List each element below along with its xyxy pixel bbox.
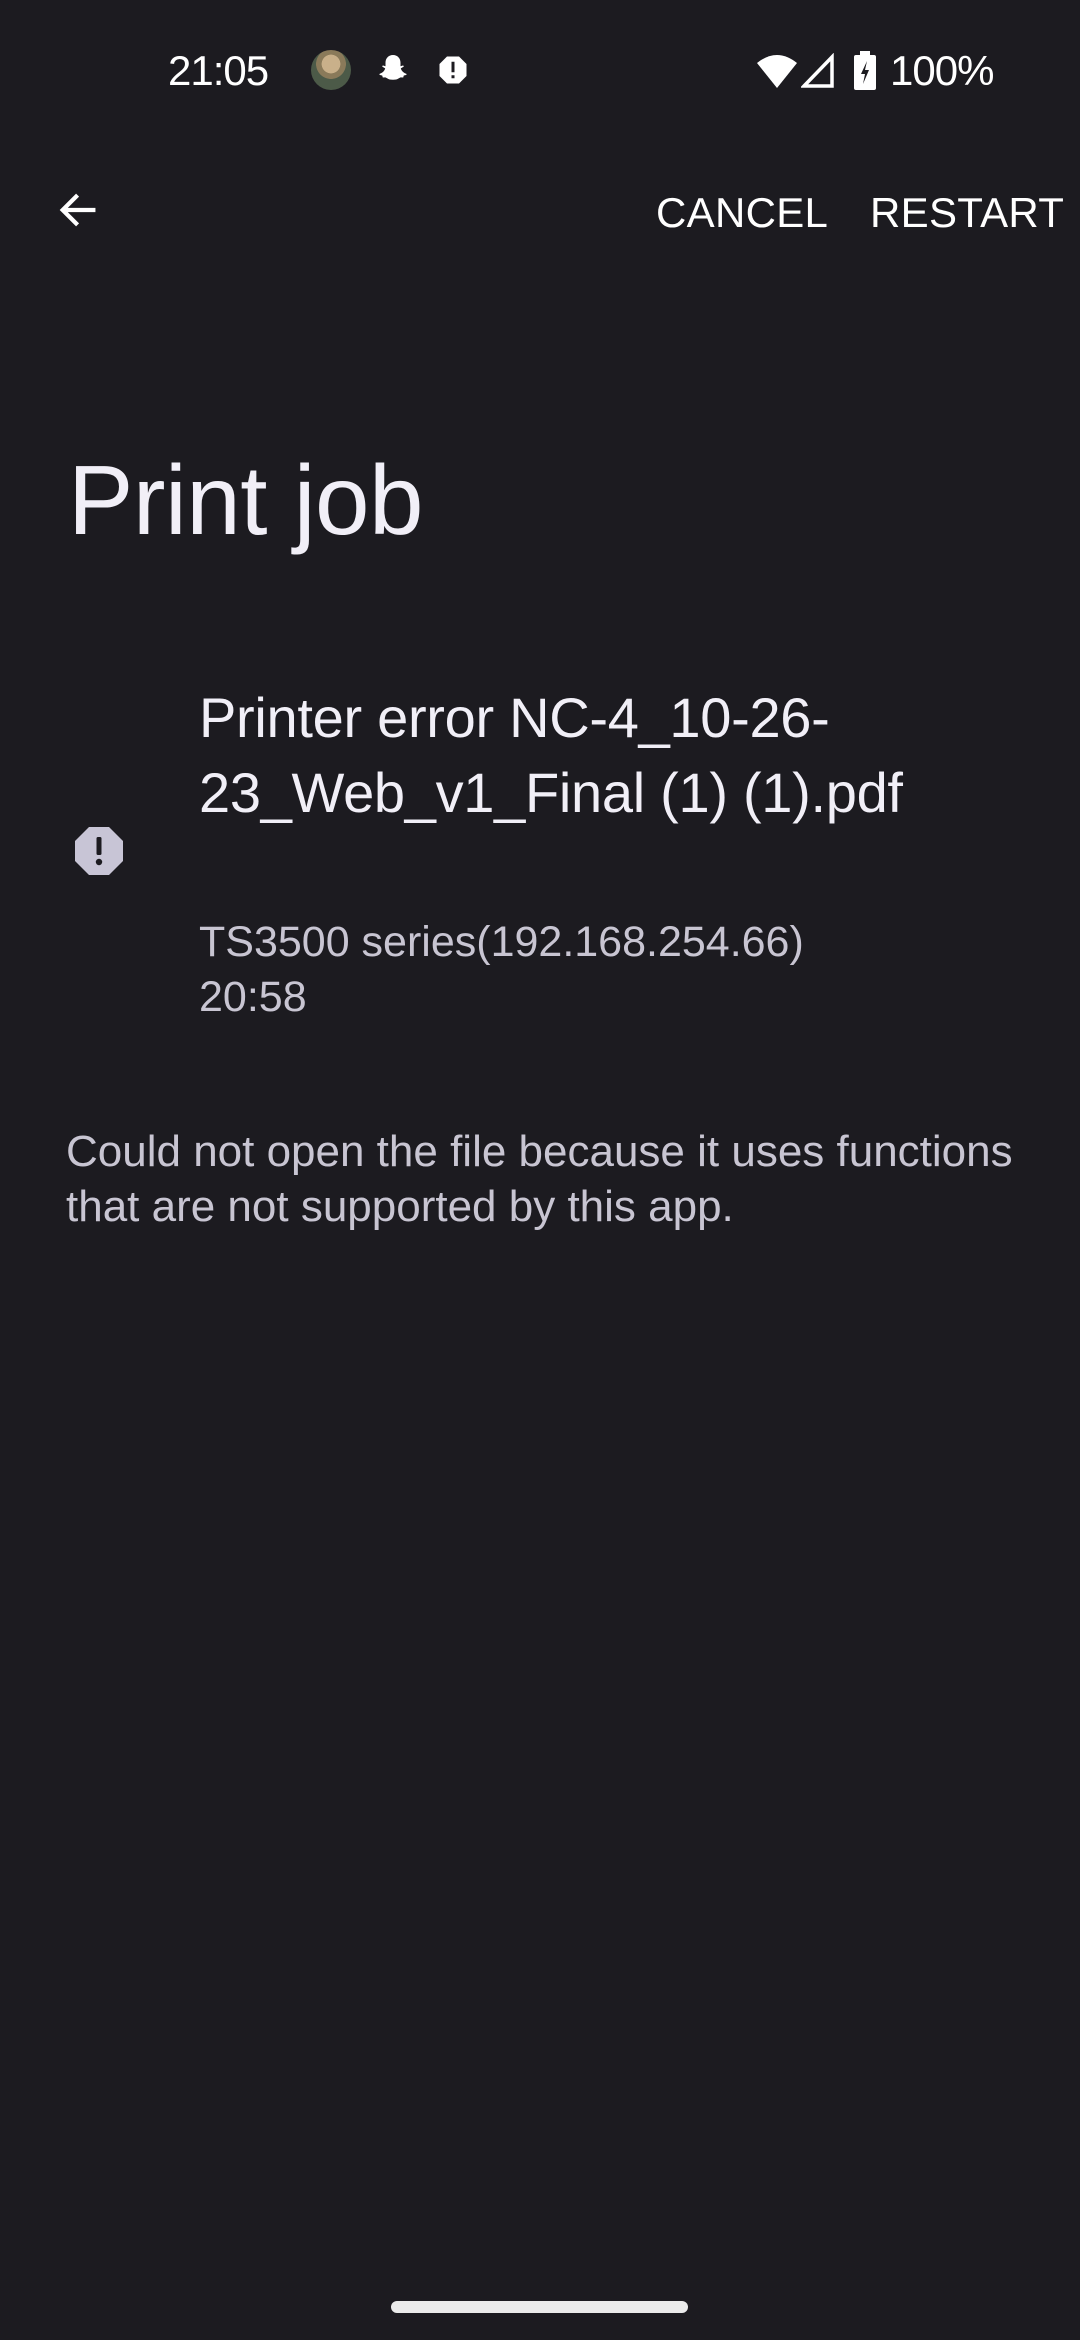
wifi-icon — [755, 53, 799, 89]
contact-avatar-icon — [311, 50, 351, 90]
page-title: Print job — [68, 445, 424, 555]
alert-icon — [435, 52, 471, 88]
battery-charging-icon — [853, 51, 877, 91]
home-gesture-bar[interactable] — [391, 2301, 688, 2313]
restart-button[interactable]: RESTART — [870, 185, 1064, 241]
battery-percent: 100% — [890, 47, 994, 94]
printer-name: TS3500 series(192.168.254.66) — [199, 918, 804, 966]
cancel-button[interactable]: CANCEL — [656, 185, 828, 241]
job-details: TS3500 series(192.168.254.66) 20:58 — [199, 915, 1019, 1025]
job-title: Printer error NC-4_10-26-23_Web_v1_Final… — [199, 686, 903, 824]
snapchat-icon — [375, 52, 411, 88]
cell-signal-icon — [799, 52, 835, 89]
arrow-back-icon — [59, 193, 96, 227]
error-message: Could not open the file because it uses … — [66, 1127, 1013, 1231]
error-octagon-icon — [74, 826, 124, 876]
job-time: 20:58 — [199, 973, 307, 1021]
back-button[interactable] — [40, 172, 116, 248]
status-time: 21:05 — [168, 47, 269, 94]
